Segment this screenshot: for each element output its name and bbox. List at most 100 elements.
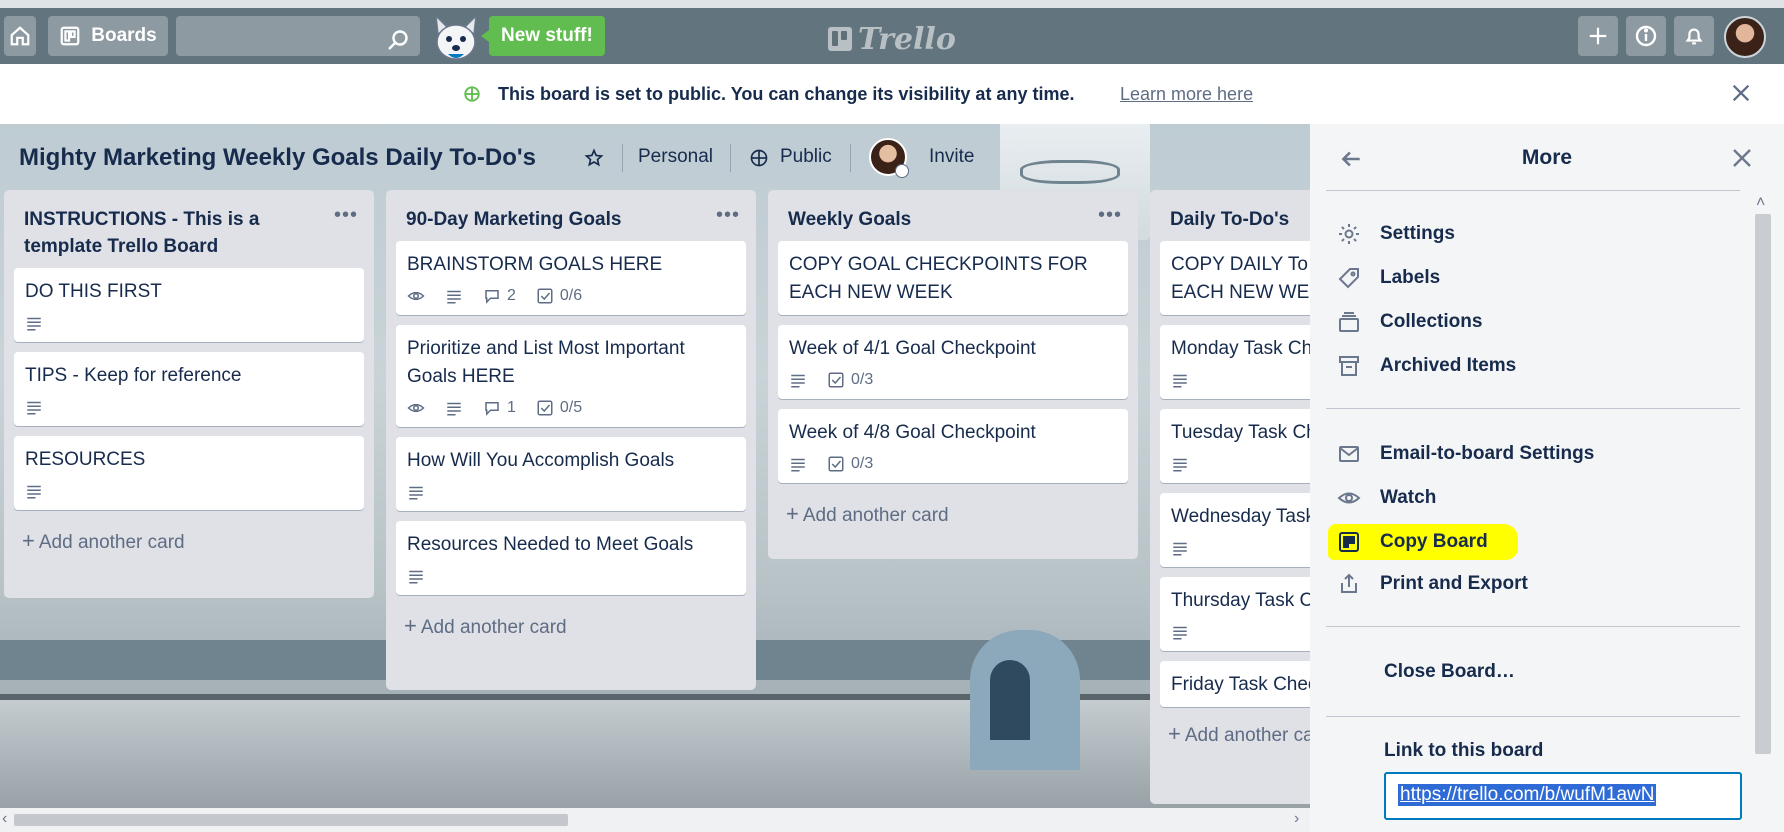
menu-item-copy-board[interactable]: Copy Board	[1328, 524, 1518, 560]
checklist-count: 0/6	[559, 287, 583, 304]
scroll-left-icon[interactable]: ‹	[2, 810, 7, 828]
title-separator	[850, 144, 851, 172]
comment-icon	[485, 402, 499, 416]
list-title[interactable]: Weekly Goals	[768, 190, 1138, 241]
card-title: COPY GOAL CHECKPOINTS FOR EACH NEW WEEK	[789, 254, 1088, 303]
card[interactable]: Week of 4/8 Goal Checkpoint 0/3	[778, 409, 1128, 483]
trello-logo[interactable]: Trello	[828, 21, 956, 57]
team-button[interactable]: Personal	[638, 146, 713, 168]
horizontal-scrollbar[interactable]: ‹ ›	[0, 808, 1310, 832]
list-instructions: INSTRUCTIONS - This is a template Trello…	[4, 190, 374, 598]
description-icon	[1173, 626, 1187, 640]
description-icon	[27, 317, 41, 331]
create-button[interactable]	[1578, 16, 1618, 56]
card[interactable]: COPY GOAL CHECKPOINTS FOR EACH NEW WEEK	[778, 241, 1128, 315]
public-board-banner: This board is set to public. You can cha…	[0, 64, 1784, 124]
checklist-count: 0/3	[851, 371, 874, 388]
card-title: Week of 4/8 Goal Checkpoint	[789, 422, 1036, 443]
eye-icon	[407, 403, 425, 413]
menu-scrollbar[interactable]: ˄	[1752, 194, 1774, 754]
card[interactable]: RESOURCES	[14, 436, 364, 510]
description-icon	[1173, 542, 1187, 556]
gear-icon	[1339, 224, 1359, 244]
boards-button[interactable]: Boards	[48, 16, 168, 56]
learn-more-link[interactable]: Learn more here	[1120, 84, 1253, 105]
scrollbar-thumb[interactable]	[1755, 214, 1771, 754]
menu-item-email-to-board[interactable]: Email-to-board Settings	[1336, 436, 1594, 472]
scroll-right-icon[interactable]: ›	[1294, 810, 1299, 828]
new-stuff-button[interactable]: New stuff!	[481, 16, 605, 56]
add-card-button[interactable]: + Add another card	[768, 493, 1138, 551]
menu-item-label: Collections	[1380, 311, 1483, 332]
menu-item-label: Labels	[1380, 267, 1441, 288]
card[interactable]: Prioritize and List Most Important Goals…	[396, 325, 746, 427]
menu-item-label: Archived Items	[1380, 355, 1517, 376]
scrollbar-thumb[interactable]	[14, 814, 568, 826]
checklist-icon	[828, 372, 844, 388]
visibility-button[interactable]: Public	[780, 146, 832, 168]
scroll-up-icon[interactable]: ˄	[1756, 194, 1765, 212]
background-tower-ring	[1020, 160, 1120, 184]
share-icon	[1341, 573, 1357, 593]
card[interactable]: How Will You Accomplish Goals	[396, 437, 746, 511]
search-icon[interactable]	[386, 28, 410, 52]
star-icon[interactable]	[584, 148, 604, 168]
globe-icon	[464, 86, 480, 102]
card[interactable]: DO THIS FIRST	[14, 268, 364, 342]
board-link-value[interactable]: https://trello.com/b/wufM1awN	[1398, 784, 1657, 806]
menu-item-archived[interactable]: Archived Items	[1336, 348, 1516, 384]
description-icon	[409, 486, 423, 500]
description-icon	[791, 458, 805, 472]
description-icon	[1173, 374, 1187, 388]
search-input[interactable]	[176, 16, 420, 56]
eye-icon	[407, 291, 425, 301]
home-button[interactable]	[4, 16, 36, 56]
list-menu-icon[interactable]: •••	[334, 204, 358, 227]
menu-divider	[1326, 716, 1740, 717]
menu-item-label: Email-to-board Settings	[1380, 443, 1595, 464]
card-title: RESOURCES	[25, 449, 146, 470]
invite-button[interactable]: Invite	[929, 146, 974, 168]
menu-item-label: Watch	[1380, 487, 1437, 508]
notifications-button[interactable]	[1674, 16, 1714, 56]
add-card-button[interactable]: + Add another card	[4, 520, 374, 578]
close-icon[interactable]	[1730, 146, 1754, 170]
menu-item-collections[interactable]: Collections	[1336, 304, 1482, 340]
banner-close-icon[interactable]	[1730, 82, 1752, 104]
user-avatar[interactable]	[1724, 16, 1766, 58]
card[interactable]: BRAINSTORM GOALS HERE 2 0/6	[396, 241, 746, 315]
archive-icon	[1339, 356, 1359, 376]
list-menu-icon[interactable]: •••	[716, 204, 740, 227]
menu-item-close-board[interactable]: Close Board…	[1384, 654, 1515, 690]
menu-divider	[1326, 190, 1740, 191]
menu-item-labels[interactable]: Labels	[1336, 260, 1440, 296]
checklist-count: 0/3	[851, 455, 874, 472]
plus-icon: +	[1168, 721, 1181, 746]
list-title[interactable]: INSTRUCTIONS - This is a template Trello…	[4, 190, 374, 268]
background-arch	[970, 630, 1080, 770]
board-title[interactable]: Mighty Marketing Weekly Goals Daily To-D…	[19, 144, 536, 172]
list-weekly-goals: Weekly Goals ••• COPY GOAL CHECKPOINTS F…	[768, 190, 1138, 559]
bell-icon	[1685, 28, 1703, 45]
menu-item-settings[interactable]: Settings	[1336, 216, 1455, 252]
menu-item-label: Print and Export	[1380, 573, 1528, 594]
home-icon	[10, 26, 30, 46]
menu-header: More	[1310, 124, 1784, 192]
add-card-button[interactable]: + Add another card	[386, 605, 756, 663]
trello-logo-text: Trello	[858, 21, 956, 57]
menu-title: More	[1521, 146, 1573, 169]
banner-message: This board is set to public. You can cha…	[498, 84, 1075, 104]
card[interactable]: Resources Needed to Meet Goals	[396, 521, 746, 595]
info-button[interactable]	[1626, 16, 1666, 56]
menu-item-watch[interactable]: Watch	[1336, 480, 1436, 516]
description-icon	[1173, 458, 1187, 472]
description-icon	[409, 570, 423, 584]
member-avatar[interactable]	[869, 138, 909, 178]
card[interactable]: TIPS - Keep for reference	[14, 352, 364, 426]
card[interactable]: Week of 4/1 Goal Checkpoint 0/3	[778, 325, 1128, 399]
comment-count: 1	[507, 399, 516, 416]
list-title[interactable]: 90-Day Marketing Goals	[386, 190, 756, 241]
menu-item-print-export[interactable]: Print and Export	[1336, 566, 1528, 602]
list-menu-icon[interactable]: •••	[1098, 204, 1122, 227]
email-icon	[1339, 446, 1359, 462]
